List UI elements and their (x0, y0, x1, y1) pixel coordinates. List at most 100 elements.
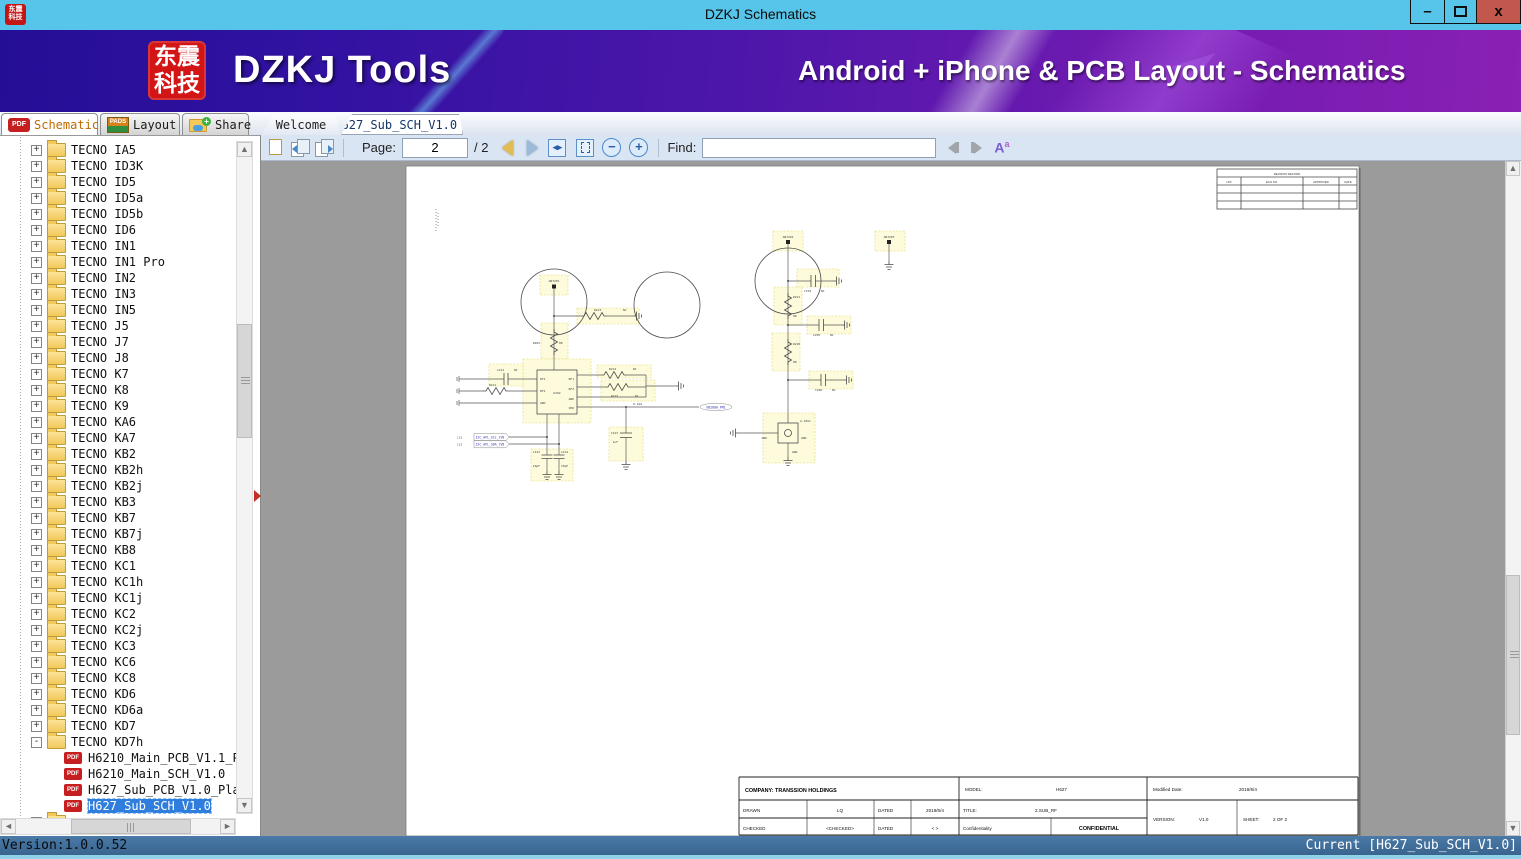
maximize-button[interactable] (1445, 0, 1477, 24)
prev-view-icon[interactable] (291, 139, 310, 157)
expand-toggle[interactable]: - (31, 736, 42, 748)
tree-folder[interactable]: + TECNO KC2 (0, 604, 236, 622)
tree-folder[interactable]: + TECNO ID3K (0, 156, 236, 174)
tree-folder[interactable]: + TECNO J8 (0, 348, 236, 366)
close-button[interactable]: x (1477, 0, 1521, 24)
tab-schematic[interactable]: PDF Schematic (1, 113, 99, 135)
expand-toggle[interactable]: + (31, 496, 42, 508)
expand-toggle[interactable]: + (31, 224, 42, 236)
sidebar-vertical-scrollbar[interactable]: ▲ ▼ (236, 141, 253, 814)
tree-folder[interactable]: + TECNO ID5a (0, 188, 236, 206)
scroll-up-arrow[interactable]: ▲ (1506, 161, 1520, 176)
expand-toggle[interactable]: + (31, 640, 42, 652)
tree-folder[interactable]: + TECNO KB2j (0, 476, 236, 494)
pdf-viewer[interactable]: REVISION RECORD LTR ECO NO. APPROVED DAT… (261, 161, 1521, 836)
expand-toggle[interactable]: + (31, 720, 42, 732)
tree-folder[interactable]: + TECNO ID5 (0, 172, 236, 190)
tree-folder[interactable]: + TECNO KC1j (0, 588, 236, 606)
expand-toggle[interactable]: + (31, 656, 42, 668)
zoom-out-button[interactable]: − (602, 138, 622, 157)
scrollbar-thumb[interactable] (71, 819, 191, 834)
expand-toggle[interactable]: + (31, 464, 42, 476)
export-page-icon[interactable] (267, 139, 285, 156)
expand-toggle[interactable]: + (31, 304, 42, 316)
splitter-collapse-arrow[interactable] (254, 490, 261, 502)
expand-toggle[interactable]: + (31, 352, 42, 364)
tree-folder[interactable]: + TECNO KB8 (0, 540, 236, 558)
expand-toggle[interactable]: + (31, 176, 42, 188)
expand-toggle[interactable]: + (31, 688, 42, 700)
expand-toggle[interactable]: + (31, 192, 42, 204)
scrollbar-thumb[interactable] (237, 324, 252, 438)
tree-folder[interactable]: + TECNO KC3 (0, 636, 236, 654)
expand-toggle[interactable]: + (31, 704, 42, 716)
expand-toggle[interactable]: + (31, 400, 42, 412)
tree-folder[interactable]: + TECNO KD7 (0, 716, 236, 734)
viewer-vertical-scrollbar[interactable]: ▲ ▼ (1505, 161, 1521, 836)
tab-document[interactable]: H627_Sub_SCH_V1.0 x (341, 114, 463, 135)
tree-file[interactable]: PDF H6210_Main_PCB_V1.1_Placem (0, 750, 236, 766)
page-number-input[interactable] (401, 137, 468, 158)
scroll-right-arrow[interactable]: ► (220, 819, 235, 834)
tree-folder[interactable]: + TECNO K9 (0, 396, 236, 414)
expand-toggle[interactable]: + (31, 144, 42, 156)
scroll-down-arrow[interactable]: ▼ (237, 798, 252, 813)
expand-toggle[interactable]: + (31, 544, 42, 556)
tree-folder[interactable]: + TECNO KB2 (0, 444, 236, 462)
tree-folder[interactable]: + TECNO ID6 (0, 220, 236, 238)
expand-toggle[interactable]: + (31, 272, 42, 284)
expand-toggle[interactable]: + (31, 480, 42, 492)
expand-toggle[interactable]: + (31, 448, 42, 460)
expand-toggle[interactable]: + (31, 528, 42, 540)
tree-folder[interactable]: + TECNO KA7 (0, 428, 236, 446)
scroll-left-arrow[interactable]: ◄ (1, 819, 16, 834)
expand-toggle[interactable]: + (31, 576, 42, 588)
find-input[interactable] (702, 137, 937, 158)
expand-toggle[interactable]: + (31, 368, 42, 380)
fit-width-button[interactable]: ◂▸ (548, 138, 567, 157)
tree-file[interactable]: PDF H6210_Main_SCH_V1.0 (0, 766, 236, 782)
tree-folder[interactable]: + TECNO KC6 (0, 652, 236, 670)
tree-folder[interactable]: + TECNO ID5b (0, 204, 236, 222)
expand-toggle[interactable]: + (31, 624, 42, 636)
tree-folder[interactable]: + TECNO K7 (0, 364, 236, 382)
expand-toggle[interactable]: + (31, 384, 42, 396)
expand-toggle[interactable]: + (31, 672, 42, 684)
font-size-icon[interactable]: Aa (994, 139, 1009, 156)
tree-folder[interactable]: + TECNO KA6 (0, 412, 236, 430)
tree-file[interactable]: PDF H627_Sub_PCB_V1.0_Placeme (0, 782, 236, 798)
scroll-up-arrow[interactable]: ▲ (237, 142, 252, 157)
next-page-button[interactable] (527, 139, 539, 156)
tree-folder[interactable]: + TECNO IN1 Pro (0, 252, 236, 270)
expand-toggle[interactable]: + (31, 160, 42, 172)
expand-toggle[interactable]: + (31, 256, 42, 268)
tab-layout[interactable]: PADS Layout (100, 113, 180, 135)
tree-folder[interactable]: + TECNO IN1 (0, 236, 236, 254)
prev-page-button[interactable] (502, 139, 514, 156)
expand-toggle[interactable]: + (31, 512, 42, 524)
tree-folder[interactable]: + TECNO IN5 (0, 300, 236, 318)
tree-file[interactable]: PDF H627_Sub_SCH_V1.0 (0, 798, 236, 814)
scrollbar-thumb[interactable] (1506, 575, 1520, 735)
tree-folder[interactable]: + TECNO K8 (0, 380, 236, 398)
tree-folder[interactable]: + TECNO KB2h (0, 460, 236, 478)
tab-share[interactable]: + Share (182, 113, 251, 135)
tree-folder[interactable]: + TECNO KC2j (0, 620, 236, 638)
minimize-button[interactable]: – (1410, 0, 1445, 24)
tree-folder[interactable]: + TECNO KC1h (0, 572, 236, 590)
find-previous-button[interactable] (948, 141, 960, 154)
sidebar-horizontal-scrollbar[interactable]: ◄ ► (0, 818, 236, 835)
tree-folder[interactable]: + TECNO KB7 (0, 508, 236, 526)
zoom-in-button[interactable]: + (629, 138, 649, 157)
tree-folder[interactable]: + TECNO KD6a (0, 700, 236, 718)
close-tab-icon[interactable]: x (462, 117, 470, 132)
tree-folder[interactable]: + TECNO KB3 (0, 492, 236, 510)
next-view-icon[interactable] (315, 139, 334, 157)
expand-toggle[interactable]: + (31, 416, 42, 428)
tree-folder[interactable]: - TECNO KD7h (0, 732, 236, 750)
expand-toggle[interactable]: + (31, 336, 42, 348)
tree-folder[interactable]: + TECNO J7 (0, 332, 236, 350)
tree-folder[interactable]: + TECNO J5 (0, 316, 236, 334)
expand-toggle[interactable]: + (31, 288, 42, 300)
expand-toggle[interactable]: + (31, 560, 42, 572)
